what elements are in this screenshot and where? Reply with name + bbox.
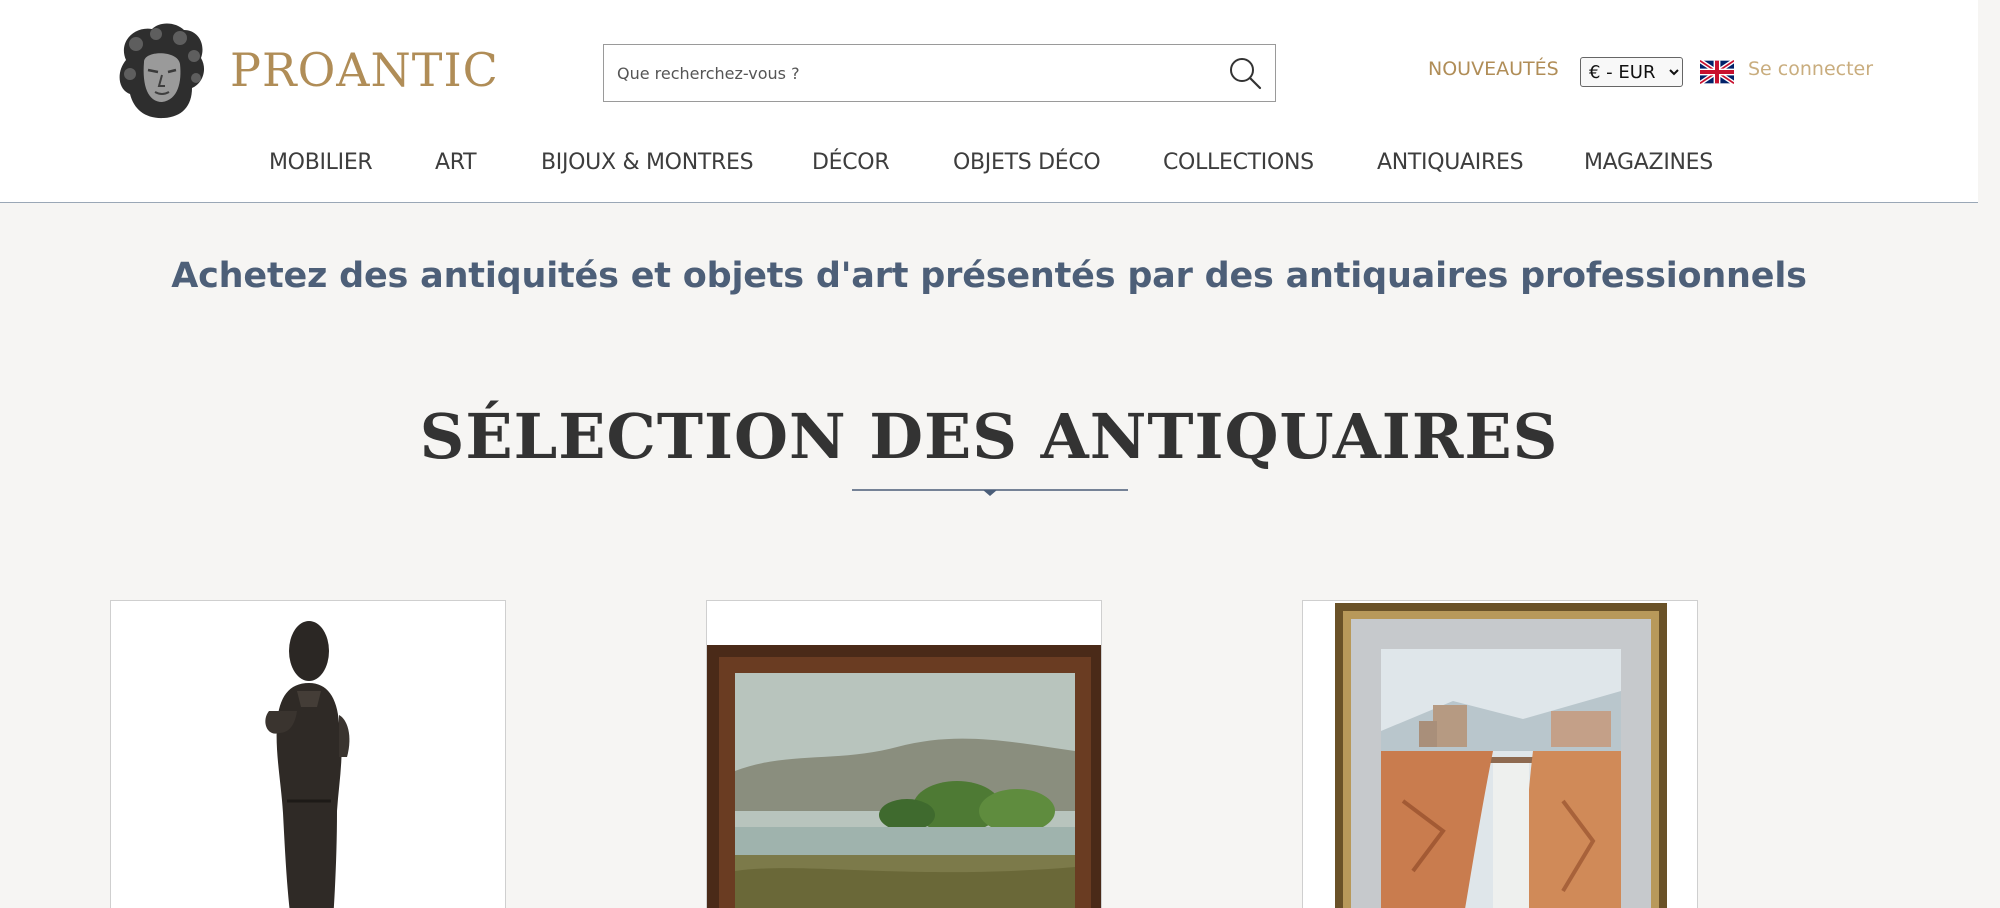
currency-select[interactable]: € - EUR: [1580, 57, 1683, 87]
nav-item-bijoux-montres[interactable]: BIJOUX & MONTRES: [541, 150, 754, 175]
product-card[interactable]: [1302, 600, 1698, 908]
nav-item-mobilier[interactable]: MOBILIER: [269, 150, 373, 175]
product-image-watercolor: [1303, 601, 1697, 908]
uk-flag-icon[interactable]: [1700, 59, 1734, 85]
product-image-landscape-painting: [707, 601, 1101, 908]
search-input[interactable]: [604, 45, 1204, 101]
nav-item-collections[interactable]: COLLECTIONS: [1163, 150, 1314, 175]
nav-item-art[interactable]: ART: [435, 150, 477, 175]
main-nav: MOBILIER ART BIJOUX & MONTRES DÉCOR OBJE…: [0, 150, 1978, 180]
search-icon[interactable]: [1227, 55, 1263, 91]
nav-item-objets-deco[interactable]: OBJETS DÉCO: [953, 150, 1101, 175]
logo-text: PROANTIC: [230, 43, 499, 97]
product-image-statue: [111, 601, 505, 908]
nav-item-antiquaires[interactable]: ANTIQUAIRES: [1377, 150, 1524, 175]
product-card[interactable]: [110, 600, 506, 908]
nav-item-magazines[interactable]: MAGAZINES: [1584, 150, 1713, 175]
logo-link[interactable]: PROANTIC: [112, 20, 499, 120]
nouveautes-link[interactable]: NOUVEAUTÉS: [1428, 58, 1559, 80]
site-header: PROANTIC NOUVEAUTÉS € - EUR Se connecter…: [0, 0, 1978, 203]
tagline: Achetez des antiquités et objets d'art p…: [171, 256, 1807, 296]
logo-head-icon: [119, 23, 205, 119]
title-divider: [852, 489, 1128, 496]
diamond-icon: [983, 490, 997, 496]
nav-item-decor[interactable]: DÉCOR: [812, 150, 890, 175]
login-link[interactable]: Se connecter: [1748, 58, 1873, 80]
search-bar: [603, 44, 1276, 102]
product-card[interactable]: [706, 600, 1102, 908]
section-title: SÉLECTION DES ANTIQUAIRES: [419, 400, 1559, 473]
